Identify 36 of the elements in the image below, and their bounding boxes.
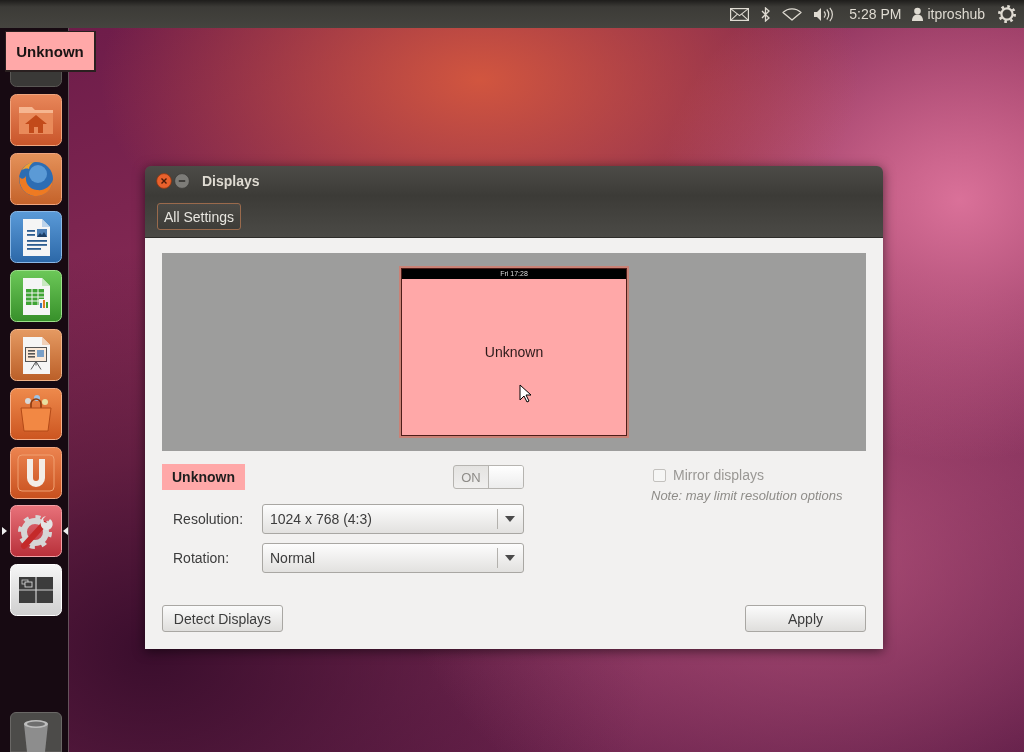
user-icon[interactable] <box>912 7 924 21</box>
workspace-grid-icon[interactable] <box>10 564 62 617</box>
u-letter-icon[interactable] <box>10 446 62 499</box>
globe-icon[interactable] <box>10 152 62 205</box>
caret-icon <box>505 516 515 522</box>
bluetooth-icon[interactable] <box>761 6 771 22</box>
mouse-pointer-icon <box>519 384 531 403</box>
apply-button[interactable]: Apply <box>745 605 866 632</box>
caret-icon <box>505 555 515 561</box>
field-label: Rotation: <box>172 550 230 566</box>
shopping-bag-icon[interactable] <box>10 387 62 440</box>
mirror-label: Mirror displays <box>673 467 764 483</box>
trash-icon[interactable] <box>10 712 62 752</box>
display-name-overlay: Unknown <box>5 31 96 72</box>
note-text: Note: may limit resolution options <box>651 488 843 503</box>
user-name[interactable]: itproshub <box>927 6 985 22</box>
volume-icon[interactable] <box>813 6 834 22</box>
presentation-icon[interactable] <box>10 329 62 381</box>
clock-indicator[interactable]: 5:28 PM <box>849 6 902 22</box>
spreadsheet-icon[interactable] <box>10 270 62 323</box>
field-label: Resolution: <box>172 511 244 527</box>
gear-wrench-icon[interactable] <box>10 505 62 558</box>
detect-displays-button[interactable]: Detect Displays <box>162 605 283 632</box>
home-folder-icon[interactable] <box>10 93 62 146</box>
dropdown[interactable]: Normal <box>262 543 524 573</box>
window-title: Displays <box>202 173 260 189</box>
document-icon[interactable] <box>10 211 62 264</box>
minimize-icon[interactable] <box>174 173 190 189</box>
close-icon[interactable] <box>156 173 172 189</box>
mail-icon[interactable] <box>730 7 750 21</box>
monitor-name: Unknown <box>484 344 544 360</box>
display-name-label: Unknown <box>162 464 245 490</box>
dropdown[interactable]: 1024 x 768 (4:3) <box>262 504 524 534</box>
wifi-icon[interactable] <box>782 7 803 21</box>
all-settings-button[interactable]: All Settings <box>157 203 242 230</box>
gear-icon[interactable] <box>998 5 1016 23</box>
